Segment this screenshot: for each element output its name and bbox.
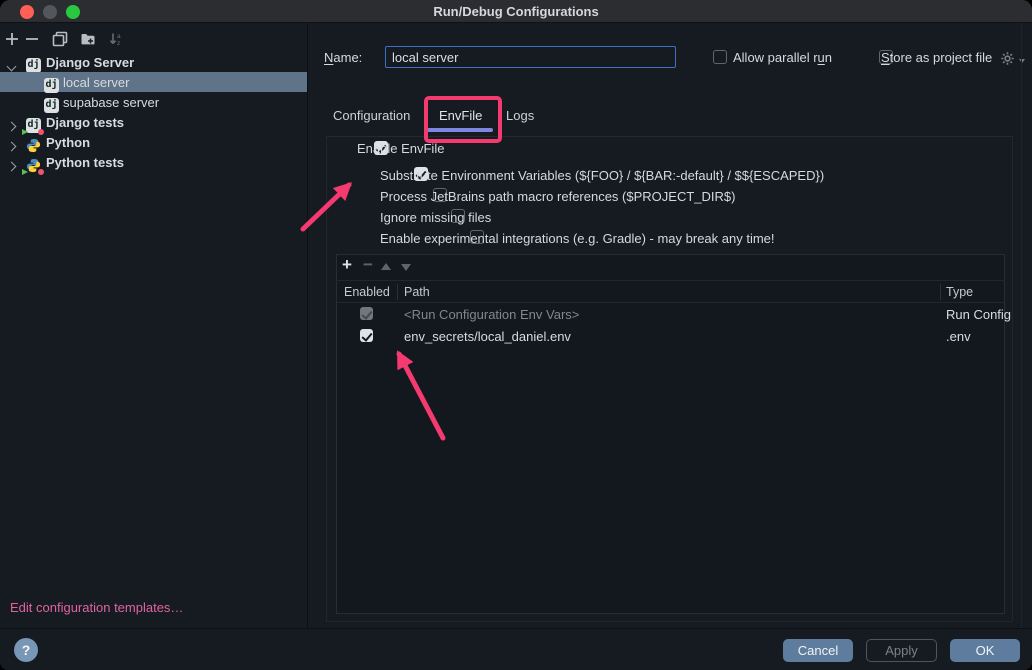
row-type: .env (946, 329, 971, 344)
tree-item-django-tests[interactable]: dj Django tests (0, 112, 307, 132)
column-header-path[interactable]: Path (404, 285, 430, 299)
add-configuration-button[interactable] (4, 31, 20, 52)
column-header-enabled[interactable]: Enabled (344, 285, 390, 299)
tree-item-local-server[interactable]: dj local server (0, 72, 307, 92)
column-divider[interactable] (940, 284, 941, 300)
row-enabled-checkbox[interactable] (360, 329, 373, 342)
titlebar: Run/Debug Configurations (0, 0, 1032, 23)
name-input[interactable] (385, 46, 676, 68)
tree-item-label: Django Server (46, 55, 134, 70)
tab-envfile[interactable]: EnvFile (439, 108, 482, 123)
tree-item-python-tests[interactable]: Python tests (0, 152, 307, 172)
tree-item-label: Django tests (46, 115, 124, 130)
chevron-right-icon[interactable] (8, 118, 15, 133)
selected-tab-underline (427, 128, 493, 132)
copy-configuration-icon[interactable] (52, 31, 68, 52)
tree-item-label: local server (63, 75, 129, 90)
tree-item-python[interactable]: Python (0, 132, 307, 152)
move-up-icon[interactable] (381, 263, 391, 270)
move-down-icon[interactable] (401, 264, 411, 271)
ok-button[interactable]: OK (950, 639, 1020, 662)
remove-configuration-button[interactable] (24, 31, 40, 52)
sort-az-icon[interactable]: az (108, 31, 124, 52)
allow-parallel-run-label[interactable]: Allow parallel run (733, 50, 832, 65)
row-enabled-checkbox (360, 307, 373, 320)
django-tests-icon: dj (26, 118, 41, 133)
enable-envfile-label[interactable]: Enable EnvFile (357, 141, 444, 156)
apply-button[interactable]: Apply (866, 639, 937, 662)
django-icon: dj (44, 98, 59, 113)
tree-item-label: supabase server (63, 95, 159, 110)
chevron-right-icon[interactable] (8, 158, 15, 173)
column-divider[interactable] (397, 284, 398, 300)
panel-right-divider (1021, 23, 1022, 628)
allow-parallel-run-checkbox[interactable] (713, 50, 727, 64)
row-path: <Run Configuration Env Vars> (404, 307, 579, 322)
row-type: Run Config (946, 307, 1011, 322)
add-env-file-button[interactable]: + (342, 258, 352, 272)
table-row[interactable]: <Run Configuration Env Vars> Run Config (337, 303, 1004, 325)
footer-divider (0, 628, 1032, 629)
tree-item-supabase-server[interactable]: dj supabase server (0, 92, 307, 112)
row-path: env_secrets/local_daniel.env (404, 329, 571, 344)
substitute-env-vars-label[interactable]: Substitute Environment Variables (${FOO}… (380, 168, 824, 183)
remove-env-file-button[interactable]: − (363, 258, 373, 272)
cancel-button[interactable]: Cancel (783, 639, 853, 662)
help-button[interactable]: ? (14, 638, 38, 662)
new-folder-icon[interactable] (80, 31, 96, 52)
tab-logs[interactable]: Logs (506, 108, 534, 123)
django-icon: dj (26, 58, 41, 73)
ignore-missing-files-label[interactable]: Ignore missing files (380, 210, 491, 225)
chevron-right-icon[interactable] (8, 138, 15, 153)
tab-configuration[interactable]: Configuration (333, 108, 410, 123)
experimental-integrations-label[interactable]: Enable experimental integrations (e.g. G… (380, 231, 775, 246)
django-icon: dj (44, 78, 59, 93)
svg-text:a: a (117, 33, 121, 40)
python-tests-icon (26, 158, 41, 173)
edit-configuration-templates-link[interactable]: Edit configuration templates… (10, 600, 183, 615)
name-label: Name: (324, 50, 362, 65)
table-row[interactable]: env_secrets/local_daniel.env .env (337, 325, 1004, 347)
svg-text:z: z (117, 40, 120, 47)
python-icon (26, 138, 41, 153)
tree-item-label: Python (46, 135, 90, 150)
store-as-project-file-label[interactable]: Store as project file (881, 50, 992, 65)
tree-item-django-server[interactable]: dj Django Server (0, 52, 307, 72)
tree-item-label: Python tests (46, 155, 124, 170)
sidebar-divider (307, 23, 308, 628)
table-toolbar-divider (336, 280, 1005, 281)
column-header-type[interactable]: Type (946, 285, 973, 299)
chevron-down-icon[interactable] (8, 58, 15, 73)
run-debug-configurations-dialog: Run/Debug Configurations az dj Django Se… (0, 0, 1032, 670)
window-title: Run/Debug Configurations (0, 4, 1032, 19)
process-path-macro-label[interactable]: Process JetBrains path macro references … (380, 189, 735, 204)
